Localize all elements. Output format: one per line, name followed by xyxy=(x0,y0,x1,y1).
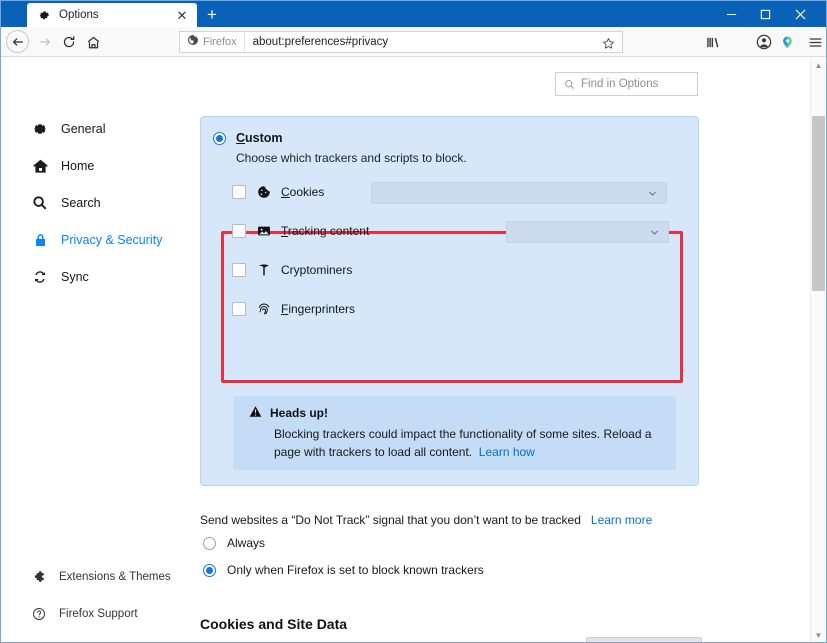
dnt-option-only-when-blocking[interactable]: Only when Firefox is set to block known … xyxy=(203,563,484,577)
clear-data-button[interactable]: Clear Data... xyxy=(586,637,702,642)
sidebar-item-privacy-security[interactable]: Privacy & Security xyxy=(31,229,162,251)
option-row-cookies[interactable]: Cookies xyxy=(232,182,324,202)
sidebar-item-extensions-themes[interactable]: Extensions & Themes xyxy=(31,567,171,587)
tab-title: Options xyxy=(59,9,99,21)
option-row-cryptominers[interactable]: Cryptominers xyxy=(232,260,352,280)
heads-up-text: Blocking trackers could impact the funct… xyxy=(274,427,652,459)
radio-dnt-always[interactable] xyxy=(203,536,216,550)
fingerprint-icon xyxy=(256,302,271,317)
dropdown-tracking-content[interactable] xyxy=(506,221,669,243)
chevron-up-icon[interactable]: ▲ xyxy=(811,58,826,73)
option-label-fingerprinters: Fingerprinters xyxy=(281,302,356,316)
sidebar-item-label: Home xyxy=(61,159,95,173)
preferences-content: Find in Options General Home Search Priv… xyxy=(1,58,826,642)
do-not-track-description: Send websites a “Do Not Track” signal th… xyxy=(200,513,581,527)
firefox-icon xyxy=(187,33,199,51)
custom-description: Choose which trackers and scripts to blo… xyxy=(236,151,467,165)
address-bar[interactable]: Firefox about:preferences#privacy xyxy=(179,31,623,53)
account-icon[interactable] xyxy=(752,31,776,53)
sidebar-bottom-label: Extensions & Themes xyxy=(59,571,171,583)
home-icon[interactable] xyxy=(82,31,104,53)
dnt-option-always[interactable]: Always xyxy=(203,536,265,550)
custom-label: Custom xyxy=(236,131,283,145)
browser-tab-options[interactable]: Options ✕ xyxy=(27,3,197,27)
library-icon[interactable] xyxy=(701,31,725,53)
preferences-sidebar: General Home Search Privacy & Security S… xyxy=(1,58,187,642)
question-mark-icon xyxy=(31,606,47,622)
minimize-button[interactable] xyxy=(714,1,748,27)
reload-icon[interactable] xyxy=(58,31,80,53)
scrollbar-thumb[interactable] xyxy=(812,116,825,291)
identity-label: Firefox xyxy=(203,36,237,48)
navigation-toolbar: Firefox about:preferences#privacy xyxy=(1,27,826,325)
option-label-tracking-content: Tracking content xyxy=(281,224,370,238)
pickaxe-icon xyxy=(256,263,271,278)
dnt-learn-more-link[interactable]: Learn more xyxy=(591,513,652,527)
dnt-option-label: Always xyxy=(227,536,266,550)
forward-arrow-icon[interactable] xyxy=(34,31,56,53)
pocket-icon[interactable] xyxy=(775,31,799,53)
maximize-button[interactable] xyxy=(748,1,782,27)
heads-up-title: Heads up! xyxy=(270,406,329,420)
close-tab-icon[interactable]: ✕ xyxy=(175,8,189,22)
star-icon[interactable] xyxy=(600,35,616,51)
heads-up-notice: Heads up! Blocking trackers could impact… xyxy=(233,396,676,470)
home-icon xyxy=(31,157,49,175)
puzzle-piece-icon xyxy=(31,569,47,585)
lock-icon xyxy=(31,231,49,249)
do-not-track-description-row: Send websites a “Do Not Track” signal th… xyxy=(200,513,652,527)
chevron-down-icon xyxy=(648,189,657,198)
radio-custom[interactable] xyxy=(213,131,226,145)
sidebar-item-general[interactable]: General xyxy=(31,118,105,140)
search-icon xyxy=(564,79,575,90)
new-tab-button[interactable]: + xyxy=(203,5,221,23)
custom-radio-row[interactable]: Custom xyxy=(213,131,283,145)
sidebar-item-sync[interactable]: Sync xyxy=(31,266,89,288)
dropdown-cookies[interactable] xyxy=(371,182,667,204)
checkbox-cryptominers[interactable] xyxy=(232,263,246,277)
image-icon xyxy=(256,224,271,239)
close-window-button[interactable] xyxy=(783,1,817,27)
sync-icon xyxy=(31,268,49,286)
heads-up-body: Blocking trackers could impact the funct… xyxy=(274,425,664,461)
url-text: about:preferences#privacy xyxy=(252,36,389,48)
sidebar-item-label: Sync xyxy=(61,270,89,284)
radio-dnt-only-when-blocking[interactable] xyxy=(203,563,216,577)
cookie-icon xyxy=(256,185,271,200)
firefox-options-window: Options ✕ + Firefox about:preferences#pr… xyxy=(0,0,827,643)
title-bar: Options ✕ + xyxy=(1,1,826,27)
checkbox-cookies[interactable] xyxy=(232,185,246,199)
warning-triangle-icon xyxy=(249,405,262,421)
sidebar-item-search[interactable]: Search xyxy=(31,192,101,214)
chevron-down-icon xyxy=(650,228,659,237)
cookies-section-title: Cookies and Site Data xyxy=(200,616,348,632)
dnt-option-label: Only when Firefox is set to block known … xyxy=(227,563,484,577)
checkbox-tracking-content[interactable] xyxy=(232,224,246,238)
sidebar-item-firefox-support[interactable]: Firefox Support xyxy=(31,604,138,624)
search-placeholder: Find in Options xyxy=(581,78,659,90)
gear-icon xyxy=(37,8,51,22)
chevron-down-icon[interactable]: ▼ xyxy=(811,628,826,642)
option-label-cookies: Cookies xyxy=(281,185,325,199)
sidebar-item-home[interactable]: Home xyxy=(31,155,94,177)
option-label-cryptominers: Cryptominers xyxy=(281,263,353,277)
checkbox-fingerprinters[interactable] xyxy=(232,302,246,316)
back-arrow-icon[interactable] xyxy=(6,30,29,53)
sidebar-item-label: General xyxy=(61,122,106,136)
option-row-fingerprinters[interactable]: Fingerprinters xyxy=(232,299,355,319)
site-identity-block[interactable]: Firefox xyxy=(180,32,245,52)
vertical-scrollbar[interactable]: ▲ ▼ xyxy=(810,58,826,642)
learn-how-link[interactable]: Learn how xyxy=(479,445,535,459)
option-row-tracking-content[interactable]: Tracking content xyxy=(232,221,369,241)
sidebar-item-label: Privacy & Security xyxy=(61,233,163,247)
heads-up-title-row: Heads up! xyxy=(249,405,328,421)
gear-icon xyxy=(31,120,49,138)
hamburger-menu-icon[interactable] xyxy=(803,31,826,53)
sidebar-bottom-label: Firefox Support xyxy=(59,608,138,620)
magnifier-icon xyxy=(31,194,49,212)
sidebar-item-label: Search xyxy=(61,196,101,210)
search-input[interactable]: Find in Options xyxy=(555,72,698,96)
